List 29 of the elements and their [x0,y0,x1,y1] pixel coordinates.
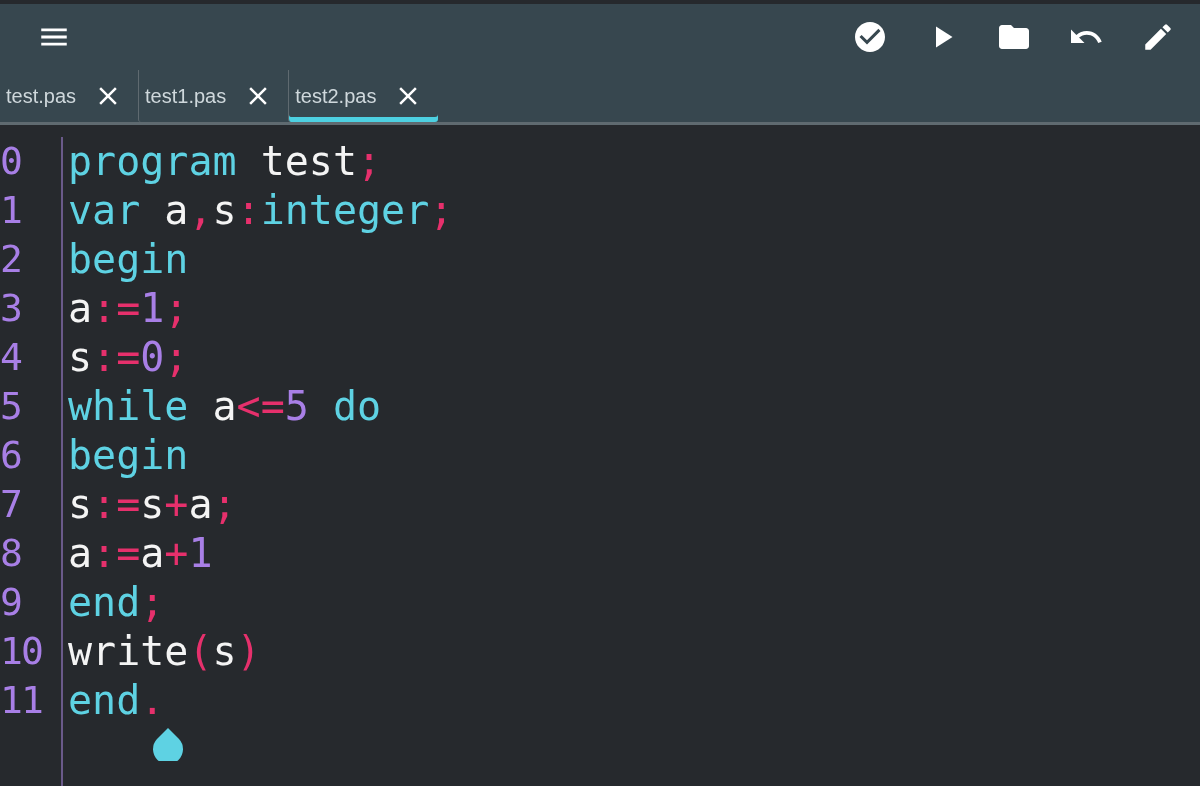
file-tab[interactable]: test2.pas [288,70,439,122]
file-tab[interactable]: test.pas [0,70,139,122]
line-number: 3 [0,285,22,332]
line-number: 10 [0,628,43,675]
code-line: s:=s+a; [68,480,237,529]
code-line: a:=a+1 [68,529,213,578]
line-number: 8 [0,530,22,577]
code-line: write(s) [68,627,261,676]
check-circle-icon[interactable] [852,19,888,55]
line-number: 6 [0,432,22,479]
line-number: 2 [0,236,22,283]
line-number: 5 [0,383,22,430]
code-line: end; [68,578,165,627]
line-number: 4 [0,334,22,381]
code-line: program test; [68,137,382,186]
code-line: var a,s:integer; [68,186,454,235]
file-tab[interactable]: test1.pas [138,70,289,122]
line-number: 1 [0,187,22,234]
code-line: end. [68,676,165,725]
code-line: a:=1; [68,284,189,333]
code-line: begin [68,235,189,284]
line-number: 9 [0,579,22,626]
code-line: while a<=5 do [68,382,382,431]
cursor-handle[interactable] [152,727,184,761]
code-line: s:=0; [68,333,189,382]
line-number: 7 [0,481,22,528]
code-line: begin [68,431,189,480]
line-number: 0 [0,138,22,185]
line-number: 11 [0,677,43,724]
